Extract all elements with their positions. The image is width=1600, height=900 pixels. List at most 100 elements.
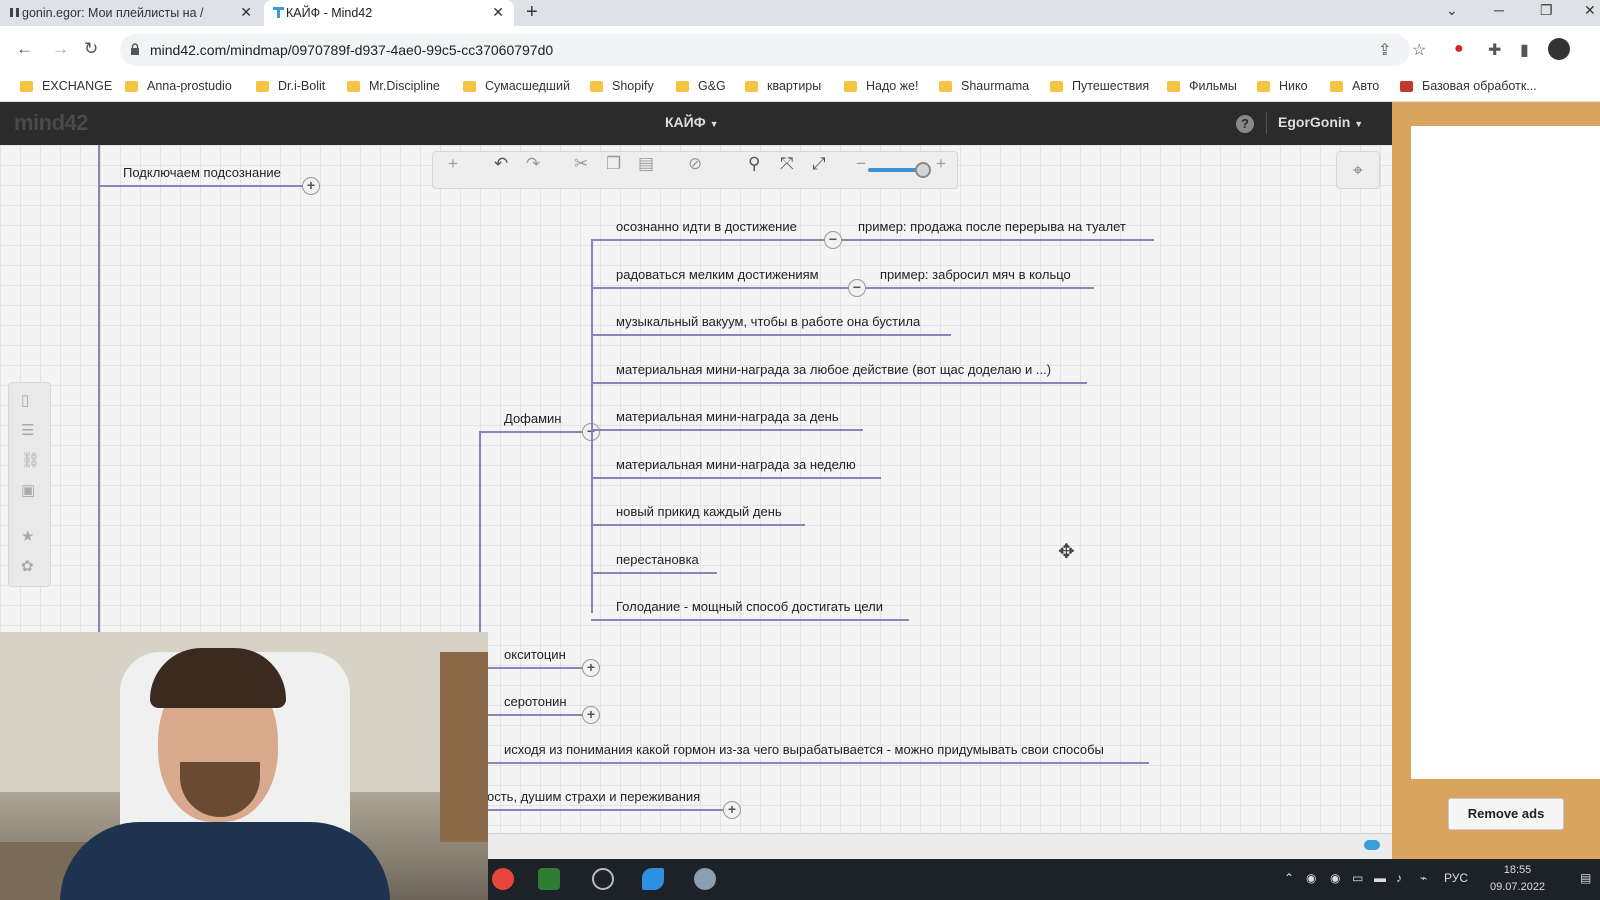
branch-line [591, 524, 805, 526]
bookmark-item[interactable]: Авто [1330, 79, 1379, 93]
bookmark-item[interactable]: EXCHANGE [20, 79, 112, 93]
tab-playlists[interactable]: gonin.egor: Мои плейлисты на / ✕ [0, 0, 262, 26]
expand-toggle[interactable]: + [302, 177, 320, 195]
share-icon[interactable]: ⇪ [1378, 40, 1391, 60]
delete-icon[interactable]: ⊘ [688, 154, 702, 174]
chrome-taskbar-icon[interactable] [492, 868, 514, 890]
back-icon[interactable]: ← [16, 39, 33, 59]
recenter-icon[interactable]: ⌖ [1336, 151, 1380, 189]
collapse-all-icon[interactable]: ⤧ [780, 154, 794, 174]
node-child[interactable]: музыкальный вакуум, чтобы в работе она б… [616, 314, 920, 333]
node-note[interactable]: пример: продажа после перерыва на туалет [858, 219, 1126, 238]
language-indicator[interactable]: РУС [1444, 871, 1468, 885]
node-child[interactable]: перестановка [616, 552, 699, 571]
node-child[interactable]: исходя из понимания какой гормон из-за ч… [504, 742, 1104, 761]
bookmark-item[interactable]: квартиры [745, 79, 821, 93]
tab-mind42[interactable]: КАЙФ - Mind42 ✕ [264, 0, 514, 26]
expand-toggle[interactable]: + [582, 659, 600, 677]
zoom-out-icon[interactable]: − [856, 154, 866, 174]
node-child[interactable]: материальная мини-награда за неделю [616, 457, 856, 476]
collapse-toggle[interactable]: − [848, 279, 866, 297]
zoom-slider-handle[interactable] [915, 162, 931, 178]
bookmark-item[interactable]: Shopify [590, 79, 654, 93]
notifications-icon[interactable]: ▤ [1580, 871, 1591, 885]
collapse-toggle[interactable]: − [824, 231, 842, 249]
app-logo[interactable]: mind42 [14, 110, 89, 136]
system-clock[interactable]: 18:55 09.07.2022 [1490, 862, 1545, 896]
node-child[interactable]: новый прикид каждый день [616, 504, 782, 523]
new-tab-icon[interactable]: + [526, 1, 538, 24]
volume-icon[interactable]: ♪ [1396, 871, 1402, 885]
chevron-up-icon[interactable]: ⌃ [1284, 871, 1294, 885]
close-tab-icon[interactable]: ✕ [492, 4, 504, 21]
add-node-icon[interactable]: + [448, 154, 458, 174]
bookmark-item[interactable]: Сумасшедший [463, 79, 570, 93]
undo-icon[interactable]: ↶ [494, 154, 508, 174]
node-child[interactable]: материальная мини-награда за любое дейст… [616, 362, 1051, 381]
bookmark-item[interactable]: Anna-prostudio [125, 79, 232, 93]
bookmark-item[interactable]: Mr.Discipline [347, 79, 440, 93]
bookmark-item[interactable]: G&G [676, 79, 726, 93]
bookmark-item[interactable]: Базовая обработк... [1400, 79, 1537, 93]
bookmark-item[interactable]: Dr.i-Bolit [256, 79, 325, 93]
forward-icon[interactable]: → [52, 39, 69, 59]
user-menu[interactable]: EgorGonin ▼ [1278, 114, 1363, 130]
bookmark-item[interactable]: Путешествия [1050, 79, 1149, 93]
branch-line [591, 239, 839, 241]
node-oxytocin[interactable]: окситоцин [504, 647, 566, 666]
star-icon[interactable]: ☆ [1412, 40, 1426, 60]
bookmark-item[interactable]: Нико [1257, 79, 1308, 93]
avatar[interactable] [1548, 38, 1570, 60]
minimize-icon[interactable]: ─ [1494, 2, 1504, 18]
close-tab-icon[interactable]: ✕ [240, 4, 252, 21]
battery-icon[interactable]: ▬ [1374, 871, 1386, 885]
zoom-in-icon[interactable]: + [936, 154, 946, 174]
telegram-taskbar-icon[interactable] [642, 868, 664, 890]
expand-toggle[interactable]: + [582, 706, 600, 724]
display-icon[interactable]: ▭ [1352, 871, 1363, 885]
branch-line [591, 477, 881, 479]
note-icon[interactable]: ▯ [21, 391, 29, 409]
image-icon[interactable]: ▣ [21, 481, 35, 499]
node-child[interactable]: материальная мини-награда за день [616, 409, 839, 428]
node-subconscious[interactable]: Подключаем подсознание [123, 165, 281, 184]
node-child[interactable]: Голодание - мощный способ достигать цели [616, 599, 883, 618]
help-icon[interactable]: ? [1236, 115, 1254, 133]
node-child[interactable]: радоваться мелким достижениям [616, 267, 819, 286]
bookmark-item[interactable]: Фильмы [1167, 79, 1237, 93]
redo-icon[interactable]: ↷ [526, 154, 540, 174]
tray-icon[interactable]: ◉ [1330, 871, 1340, 885]
adblock-extension-icon[interactable]: ● [1454, 40, 1464, 58]
list-icon[interactable]: ☰ [21, 421, 34, 439]
cut-icon[interactable]: ✂ [574, 154, 588, 174]
node-child[interactable]: ость, душим страхи и переживания [487, 789, 700, 808]
bookmark-item[interactable]: Shaurmama [939, 79, 1029, 93]
palette-icon[interactable]: ✿ [21, 557, 34, 575]
node-note[interactable]: пример: забросил мяч в кольцо [880, 267, 1071, 286]
node-child[interactable]: осознанно идти в достижение [616, 219, 797, 238]
copy-icon[interactable]: ❐ [606, 154, 621, 174]
link-icon[interactable]: ⛓ [21, 451, 40, 469]
search-icon[interactable]: ⚲ [748, 154, 760, 174]
expand-all-icon[interactable]: ⤢ [812, 154, 826, 174]
node-dopamine[interactable]: Дофамин [504, 411, 561, 430]
spreadsheet-taskbar-icon[interactable] [538, 868, 560, 890]
star-icon[interactable]: ★ [21, 527, 34, 545]
remove-ads-button[interactable]: Remove ads [1448, 798, 1564, 830]
tray-icon[interactable]: ◉ [1306, 871, 1316, 885]
url-input[interactable]: mind42.com/mindmap/0970789f-d937-4ae0-99… [120, 34, 1410, 66]
reload-icon[interactable]: ↻ [84, 39, 98, 59]
network-icon[interactable]: ⌁ [1420, 871, 1427, 885]
paste-icon[interactable]: ▤ [638, 154, 654, 174]
puzzle-icon[interactable]: ✚ [1488, 40, 1501, 60]
chevron-down-icon[interactable]: ⌄ [1446, 2, 1458, 19]
document-title-menu[interactable]: КАЙФ ▼ [665, 114, 718, 130]
sidepanel-icon[interactable]: ▮ [1520, 40, 1529, 60]
app-taskbar-icon[interactable] [694, 868, 716, 890]
close-window-icon[interactable]: ✕ [1584, 2, 1596, 19]
app-taskbar-icon[interactable] [592, 868, 614, 890]
node-serotonin[interactable]: серотонин [504, 694, 567, 713]
expand-toggle[interactable]: + [723, 801, 741, 819]
restore-icon[interactable]: ❐ [1540, 2, 1553, 19]
bookmark-item[interactable]: Надо же! [844, 79, 918, 93]
